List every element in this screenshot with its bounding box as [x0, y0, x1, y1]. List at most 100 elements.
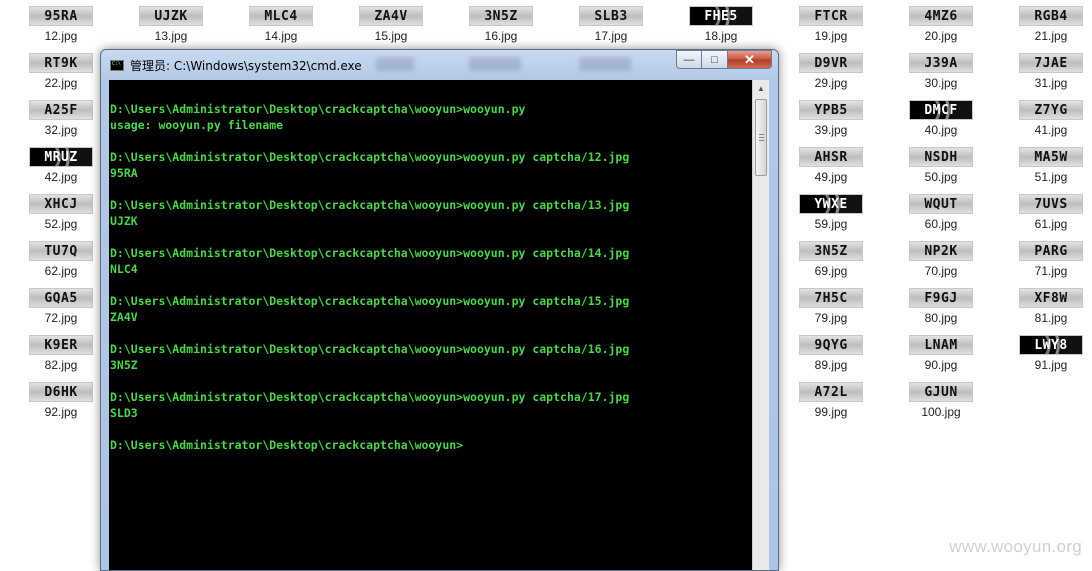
captcha-thumbnail: TU7Q — [29, 241, 93, 261]
desktop-file-icon[interactable]: 3N5Z 69.jpg — [786, 235, 876, 279]
watermark: www.wooyun.org — [949, 537, 1082, 556]
captcha-thumbnail: 3N5Z — [799, 241, 863, 261]
captcha-thumbnail: NP2K — [909, 241, 973, 261]
console-line: usage: wooyun.py filename — [110, 118, 284, 132]
desktop-file-icon[interactable]: J39A 30.jpg — [896, 47, 986, 91]
captcha-thumbnail: RGB4 — [1019, 6, 1083, 26]
desktop-file-icon[interactable]: 7H5C 79.jpg — [786, 282, 876, 326]
console-line: NLC4 — [110, 262, 138, 276]
desktop-file-icon[interactable]: Z7YG 41.jpg — [1006, 94, 1092, 138]
scroll-up-arrow-icon[interactable]: ▲ — [754, 80, 768, 96]
file-name-label: 62.jpg — [44, 264, 78, 278]
captcha-thumbnail: GJUN — [909, 382, 973, 402]
captcha-thumbnail: YPB5 — [799, 100, 863, 120]
captcha-thumbnail: D9VR — [799, 53, 863, 73]
desktop-file-icon[interactable]: FTCR 19.jpg — [786, 0, 876, 44]
console-line: 3N5Z — [110, 358, 138, 372]
window-controls: — □ ✕ — [676, 50, 772, 69]
desktop-file-icon[interactable]: LNAM 90.jpg — [896, 329, 986, 373]
desktop-file-icon[interactable]: FHE5 18.jpg — [676, 0, 766, 44]
file-name-label: 19.jpg — [814, 29, 848, 43]
desktop-file-icon[interactable]: TU7Q 62.jpg — [16, 235, 106, 279]
desktop-file-icon[interactable]: A72L 99.jpg — [786, 376, 876, 420]
desktop-file-icon[interactable]: MA5W 51.jpg — [1006, 141, 1092, 185]
file-name-label: 52.jpg — [44, 217, 78, 231]
file-name-label: 69.jpg — [814, 264, 848, 278]
close-button[interactable]: ✕ — [728, 50, 772, 69]
desktop-file-icon[interactable]: GQA5 72.jpg — [16, 282, 106, 326]
captcha-thumbnail: 4MZ6 — [909, 6, 973, 26]
desktop-file-icon[interactable]: YWXE 59.jpg — [786, 188, 876, 232]
window-titlebar[interactable]: 管理员: C:\Windows\system32\cmd.exe — □ ✕ — [101, 50, 778, 80]
file-name-label: 92.jpg — [44, 405, 78, 419]
desktop-file-icon[interactable]: RT9K 22.jpg — [16, 47, 106, 91]
cmd-app-icon[interactable] — [110, 60, 124, 71]
desktop-file-icon[interactable]: AHSR 49.jpg — [786, 141, 876, 185]
file-name-label: 60.jpg — [924, 217, 958, 231]
file-name-label: 40.jpg — [924, 123, 958, 137]
file-name-label: 29.jpg — [814, 76, 848, 90]
desktop-file-icon[interactable]: SLB3 17.jpg — [566, 0, 656, 44]
desktop-file-icon[interactable]: NSDH 50.jpg — [896, 141, 986, 185]
desktop-file-icon[interactable]: ZA4V 15.jpg — [346, 0, 436, 44]
console-line: D:\Users\Administrator\Desktop\crackcapt… — [110, 390, 630, 404]
captcha-thumbnail: 7H5C — [799, 288, 863, 308]
file-name-label: 15.jpg — [374, 29, 408, 43]
file-name-label: 100.jpg — [921, 405, 961, 419]
file-name-label: 32.jpg — [44, 123, 78, 137]
console-output[interactable]: D:\Users\Administrator\Desktop\crackcapt… — [109, 80, 752, 570]
file-name-label: 91.jpg — [1034, 358, 1068, 372]
desktop-file-icon[interactable]: 4MZ6 20.jpg — [896, 0, 986, 44]
desktop-file-icon[interactable]: PARG 71.jpg — [1006, 235, 1092, 279]
captcha-thumbnail: DMCF — [909, 100, 973, 120]
file-name-label: 13.jpg — [154, 29, 188, 43]
scrollbar-grip — [759, 134, 764, 135]
console-line: D:\Users\Administrator\Desktop\crackcapt… — [110, 102, 526, 116]
desktop-file-icon[interactable]: 7UVS 61.jpg — [1006, 188, 1092, 232]
captcha-thumbnail: 9QYG — [799, 335, 863, 355]
desktop-file-icon[interactable]: WQUT 60.jpg — [896, 188, 986, 232]
desktop-file-icon[interactable]: XF8W 81.jpg — [1006, 282, 1092, 326]
blurred-thumbnail-ghost — [469, 57, 521, 71]
vertical-scrollbar[interactable]: ▲ — [752, 80, 769, 570]
maximize-button[interactable]: □ — [702, 50, 728, 69]
desktop-file-icon[interactable]: DMCF 40.jpg — [896, 94, 986, 138]
desktop-file-icon[interactable]: 9QYG 89.jpg — [786, 329, 876, 373]
desktop-file-icon[interactable]: 3N5Z 16.jpg — [456, 0, 546, 44]
desktop-file-icon[interactable]: NP2K 70.jpg — [896, 235, 986, 279]
minimize-button[interactable]: — — [676, 50, 702, 69]
file-name-label: 79.jpg — [814, 311, 848, 325]
captcha-thumbnail: SLB3 — [579, 6, 643, 26]
file-name-label: 82.jpg — [44, 358, 78, 372]
file-name-label: 61.jpg — [1034, 217, 1068, 231]
scrollbar-grip — [759, 137, 764, 138]
desktop-file-icon[interactable]: YPB5 39.jpg — [786, 94, 876, 138]
desktop-file-icon[interactable]: XHCJ 52.jpg — [16, 188, 106, 232]
desktop-file-icon[interactable]: 7JAE 31.jpg — [1006, 47, 1092, 91]
file-name-label: 42.jpg — [44, 170, 78, 184]
captcha-thumbnail: A25F — [29, 100, 93, 120]
desktop-file-icon[interactable]: MRUZ 42.jpg — [16, 141, 106, 185]
captcha-thumbnail: XHCJ — [29, 194, 93, 214]
desktop-file-icon[interactable]: 95RA 12.jpg — [16, 0, 106, 44]
desktop-file-icon[interactable]: UJZK 13.jpg — [126, 0, 216, 44]
desktop-file-icon[interactable]: MLC4 14.jpg — [236, 0, 326, 44]
file-name-label: 30.jpg — [924, 76, 958, 90]
desktop-file-icon[interactable]: F9GJ 80.jpg — [896, 282, 986, 326]
scrollbar-thumb[interactable] — [755, 99, 767, 176]
file-name-label: 20.jpg — [924, 29, 958, 43]
file-name-label: 70.jpg — [924, 264, 958, 278]
desktop-file-icon[interactable]: LWY8 91.jpg — [1006, 329, 1092, 373]
desktop-file-icon[interactable]: RGB4 21.jpg — [1006, 0, 1092, 44]
desktop-file-icon[interactable]: D9VR 29.jpg — [786, 47, 876, 91]
desktop-file-icon[interactable]: A25F 32.jpg — [16, 94, 106, 138]
console-line: ZA4V — [110, 310, 138, 324]
desktop-file-icon[interactable]: D6HK 92.jpg — [16, 376, 106, 420]
captcha-thumbnail: MA5W — [1019, 147, 1083, 167]
minimize-icon: — — [683, 53, 695, 66]
desktop-file-icon[interactable]: GJUN 100.jpg — [896, 376, 986, 420]
desktop-file-icon[interactable]: K9ER 82.jpg — [16, 329, 106, 373]
file-name-label: 89.jpg — [814, 358, 848, 372]
